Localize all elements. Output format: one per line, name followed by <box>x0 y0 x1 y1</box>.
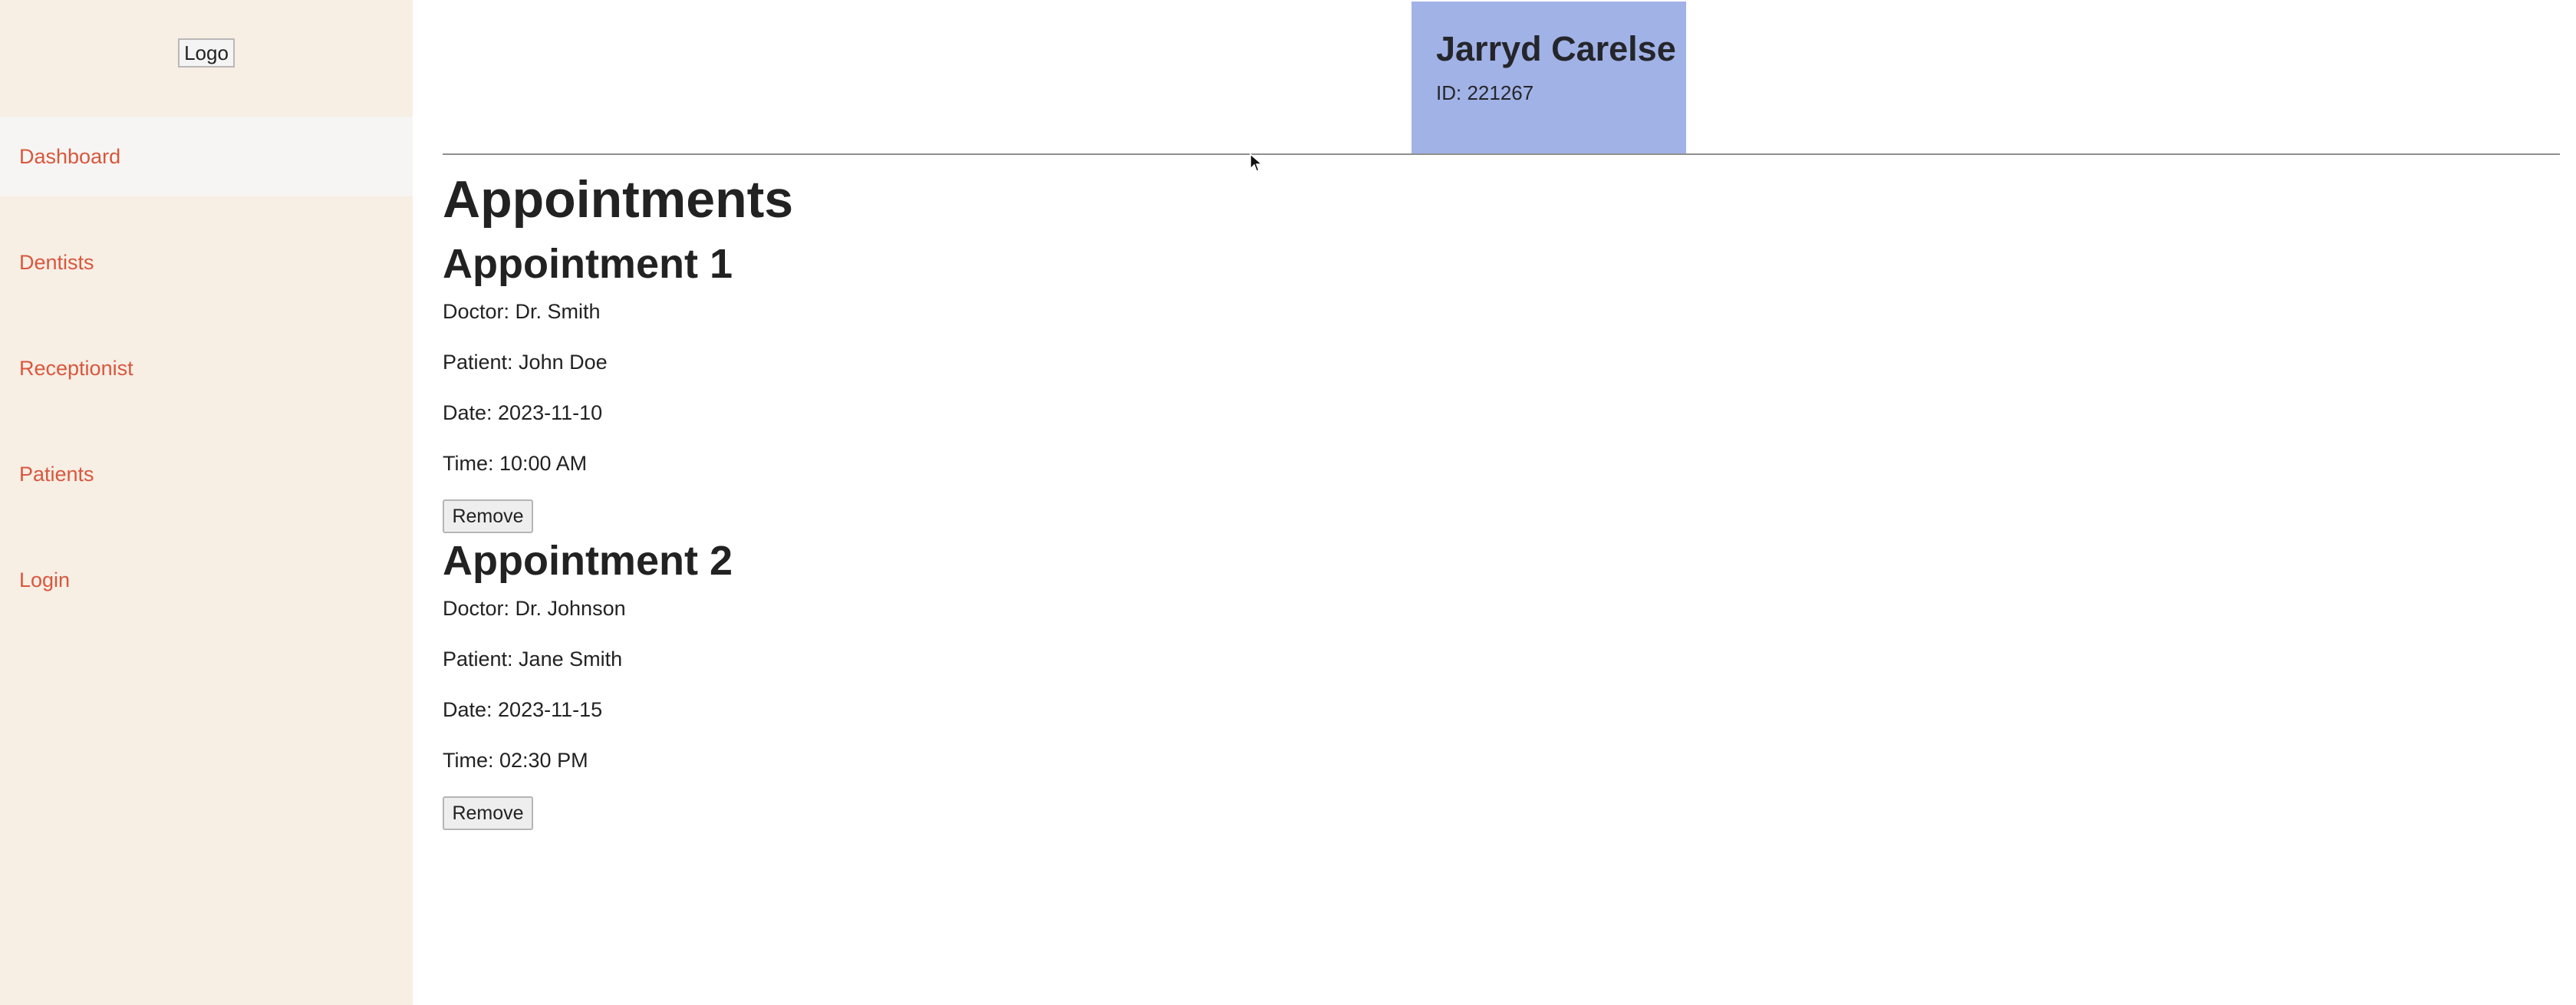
sidebar-item-dentists[interactable]: Dentists <box>0 222 413 302</box>
appointment-time: Time: 02:30 PM <box>443 749 588 772</box>
logo-container: Logo <box>0 38 413 68</box>
sidebar-item-dashboard[interactable]: Dashboard <box>0 117 413 196</box>
appointment-patient: Patient: Jane Smith <box>443 647 623 671</box>
sidebar-item-login[interactable]: Login <box>0 540 413 620</box>
appointment-heading: Appointment 2 <box>443 538 733 584</box>
sidebar-item-receptionist[interactable]: Receptionist <box>0 328 413 408</box>
appointment-date: Date: 2023-11-10 <box>443 401 603 424</box>
appointment-date: Date: 2023-11-15 <box>443 698 603 721</box>
header-divider <box>443 153 2560 155</box>
profile-id: ID: 221267 <box>1436 81 1534 104</box>
appointment-doctor: Doctor: Dr. Smith <box>443 300 601 323</box>
profile-card: Jarryd Carelse ID: 221267 <box>1412 2 1686 153</box>
page-title: Appointments <box>443 170 794 229</box>
appointment-patient: Patient: John Doe <box>443 351 608 374</box>
appointment-doctor: Doctor: Dr. Johnson <box>443 597 626 620</box>
mouse-pointer-icon <box>1250 153 1264 172</box>
remove-appointment-button[interactable]: Remove <box>443 499 533 533</box>
profile-name: Jarryd Carelse <box>1436 29 1676 68</box>
logo[interactable]: Logo <box>178 38 235 68</box>
appointment-heading: Appointment 1 <box>443 241 733 287</box>
remove-appointment-button[interactable]: Remove <box>443 796 533 830</box>
sidebar: Logo Dashboard Dentists Receptionist Pat… <box>0 0 413 1005</box>
sidebar-item-patients[interactable]: Patients <box>0 434 413 514</box>
appointment-time: Time: 10:00 AM <box>443 452 588 475</box>
